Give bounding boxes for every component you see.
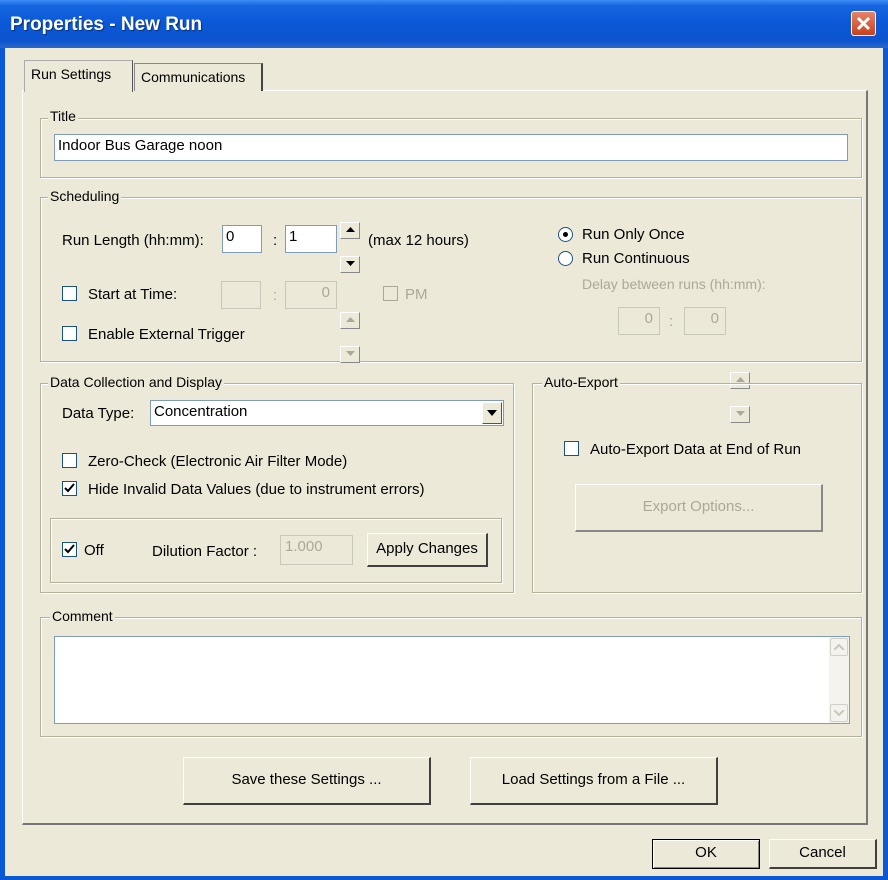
run-continuous-label: Run Continuous xyxy=(582,250,690,267)
data-type-label: Data Type: xyxy=(62,405,135,422)
auto-export-label: Auto-Export Data at End of Run xyxy=(590,441,801,458)
start-hours-input[interactable] xyxy=(221,281,261,309)
off-checkbox[interactable] xyxy=(62,542,77,557)
window-title: Properties - New Run xyxy=(10,14,203,35)
window-border-bottom xyxy=(0,876,888,880)
run-length-minutes-input[interactable]: 1 xyxy=(285,225,337,253)
run-length-label: Run Length (hh:mm): xyxy=(62,232,204,249)
close-button[interactable] xyxy=(851,11,876,36)
dilution-factor-input[interactable]: 1.000 xyxy=(280,535,353,565)
zero-check-checkbox[interactable] xyxy=(62,453,77,468)
delay-minutes-input[interactable]: 0 xyxy=(684,307,726,335)
save-settings-button[interactable]: Save these Settings ... xyxy=(183,757,431,805)
dilution-factor-label: Dilution Factor : xyxy=(152,543,258,560)
scroll-down-button[interactable] xyxy=(830,704,848,722)
cancel-button[interactable]: Cancel xyxy=(769,839,877,869)
run-length-separator: : xyxy=(273,232,278,249)
data-type-select[interactable]: Concentration xyxy=(150,400,504,426)
start-time-spin-up[interactable] xyxy=(340,312,360,329)
chevron-up-icon xyxy=(834,644,844,650)
delay-label: Delay between runs (hh:mm): xyxy=(582,276,766,292)
start-minutes-input[interactable]: 0 xyxy=(285,281,337,309)
run-continuous-radio[interactable] xyxy=(558,251,573,266)
hide-invalid-label: Hide Invalid Data Values (due to instrum… xyxy=(88,481,425,498)
zero-check-label: Zero-Check (Electronic Air Filter Mode) xyxy=(88,453,348,470)
tab-communications[interactable]: Communications xyxy=(134,63,263,91)
close-icon xyxy=(856,16,871,31)
delay-separator: : xyxy=(669,313,674,330)
auto-export-group-label: Auto-Export xyxy=(542,374,620,390)
start-time-spin-down[interactable] xyxy=(340,346,360,363)
scheduling-group-label: Scheduling xyxy=(48,188,122,204)
arrow-down-icon xyxy=(346,351,355,356)
load-settings-button[interactable]: Load Settings from a File ... xyxy=(470,757,718,805)
title-input[interactable]: Indoor Bus Garage noon xyxy=(54,134,848,161)
window-border-right xyxy=(883,48,888,880)
radio-selected-dot xyxy=(563,232,568,237)
hide-invalid-checkbox[interactable] xyxy=(62,481,77,496)
max-hours-note: (max 12 hours) xyxy=(368,232,469,249)
run-only-once-label: Run Only Once xyxy=(582,226,685,243)
arrow-up-icon xyxy=(346,227,355,232)
pm-checkbox[interactable] xyxy=(383,286,398,301)
start-at-time-checkbox[interactable] xyxy=(62,286,77,301)
data-collection-group-label: Data Collection and Display xyxy=(48,374,224,390)
enable-external-trigger-label: Enable External Trigger xyxy=(88,326,245,343)
run-length-spin-down[interactable] xyxy=(340,256,360,273)
tab-run-settings[interactable]: Run Settings xyxy=(24,60,133,92)
start-time-separator: : xyxy=(273,287,278,304)
ok-button[interactable]: OK xyxy=(652,839,760,869)
run-length-spin-up[interactable] xyxy=(340,222,360,239)
enable-external-trigger-checkbox[interactable] xyxy=(62,326,77,341)
run-only-once-radio[interactable] xyxy=(558,227,573,242)
chevron-down-icon xyxy=(834,710,844,716)
title-group-label: Title xyxy=(48,108,78,124)
arrow-up-icon xyxy=(346,317,355,322)
arrow-down-icon xyxy=(346,261,355,266)
comment-group-label: Comment xyxy=(50,608,115,624)
scroll-up-button[interactable] xyxy=(830,638,848,656)
checkmark-icon xyxy=(64,483,75,493)
checkmark-icon xyxy=(64,544,75,554)
dropdown-button[interactable] xyxy=(482,402,502,424)
apply-changes-button[interactable]: Apply Changes xyxy=(367,533,488,567)
comment-textarea[interactable] xyxy=(54,636,850,724)
run-length-hours-input[interactable]: 0 xyxy=(222,225,262,253)
data-type-value: Concentration xyxy=(154,403,248,420)
chevron-down-icon xyxy=(487,410,497,416)
auto-export-checkbox[interactable] xyxy=(564,441,579,456)
off-label: Off xyxy=(84,542,104,559)
export-options-button[interactable]: Export Options... xyxy=(575,484,823,532)
window-border-left xyxy=(0,48,5,880)
pm-label: PM xyxy=(405,286,428,303)
start-at-time-label: Start at Time: xyxy=(88,286,178,303)
comment-scrollbar[interactable] xyxy=(829,637,849,723)
delay-hours-input[interactable]: 0 xyxy=(618,307,660,335)
